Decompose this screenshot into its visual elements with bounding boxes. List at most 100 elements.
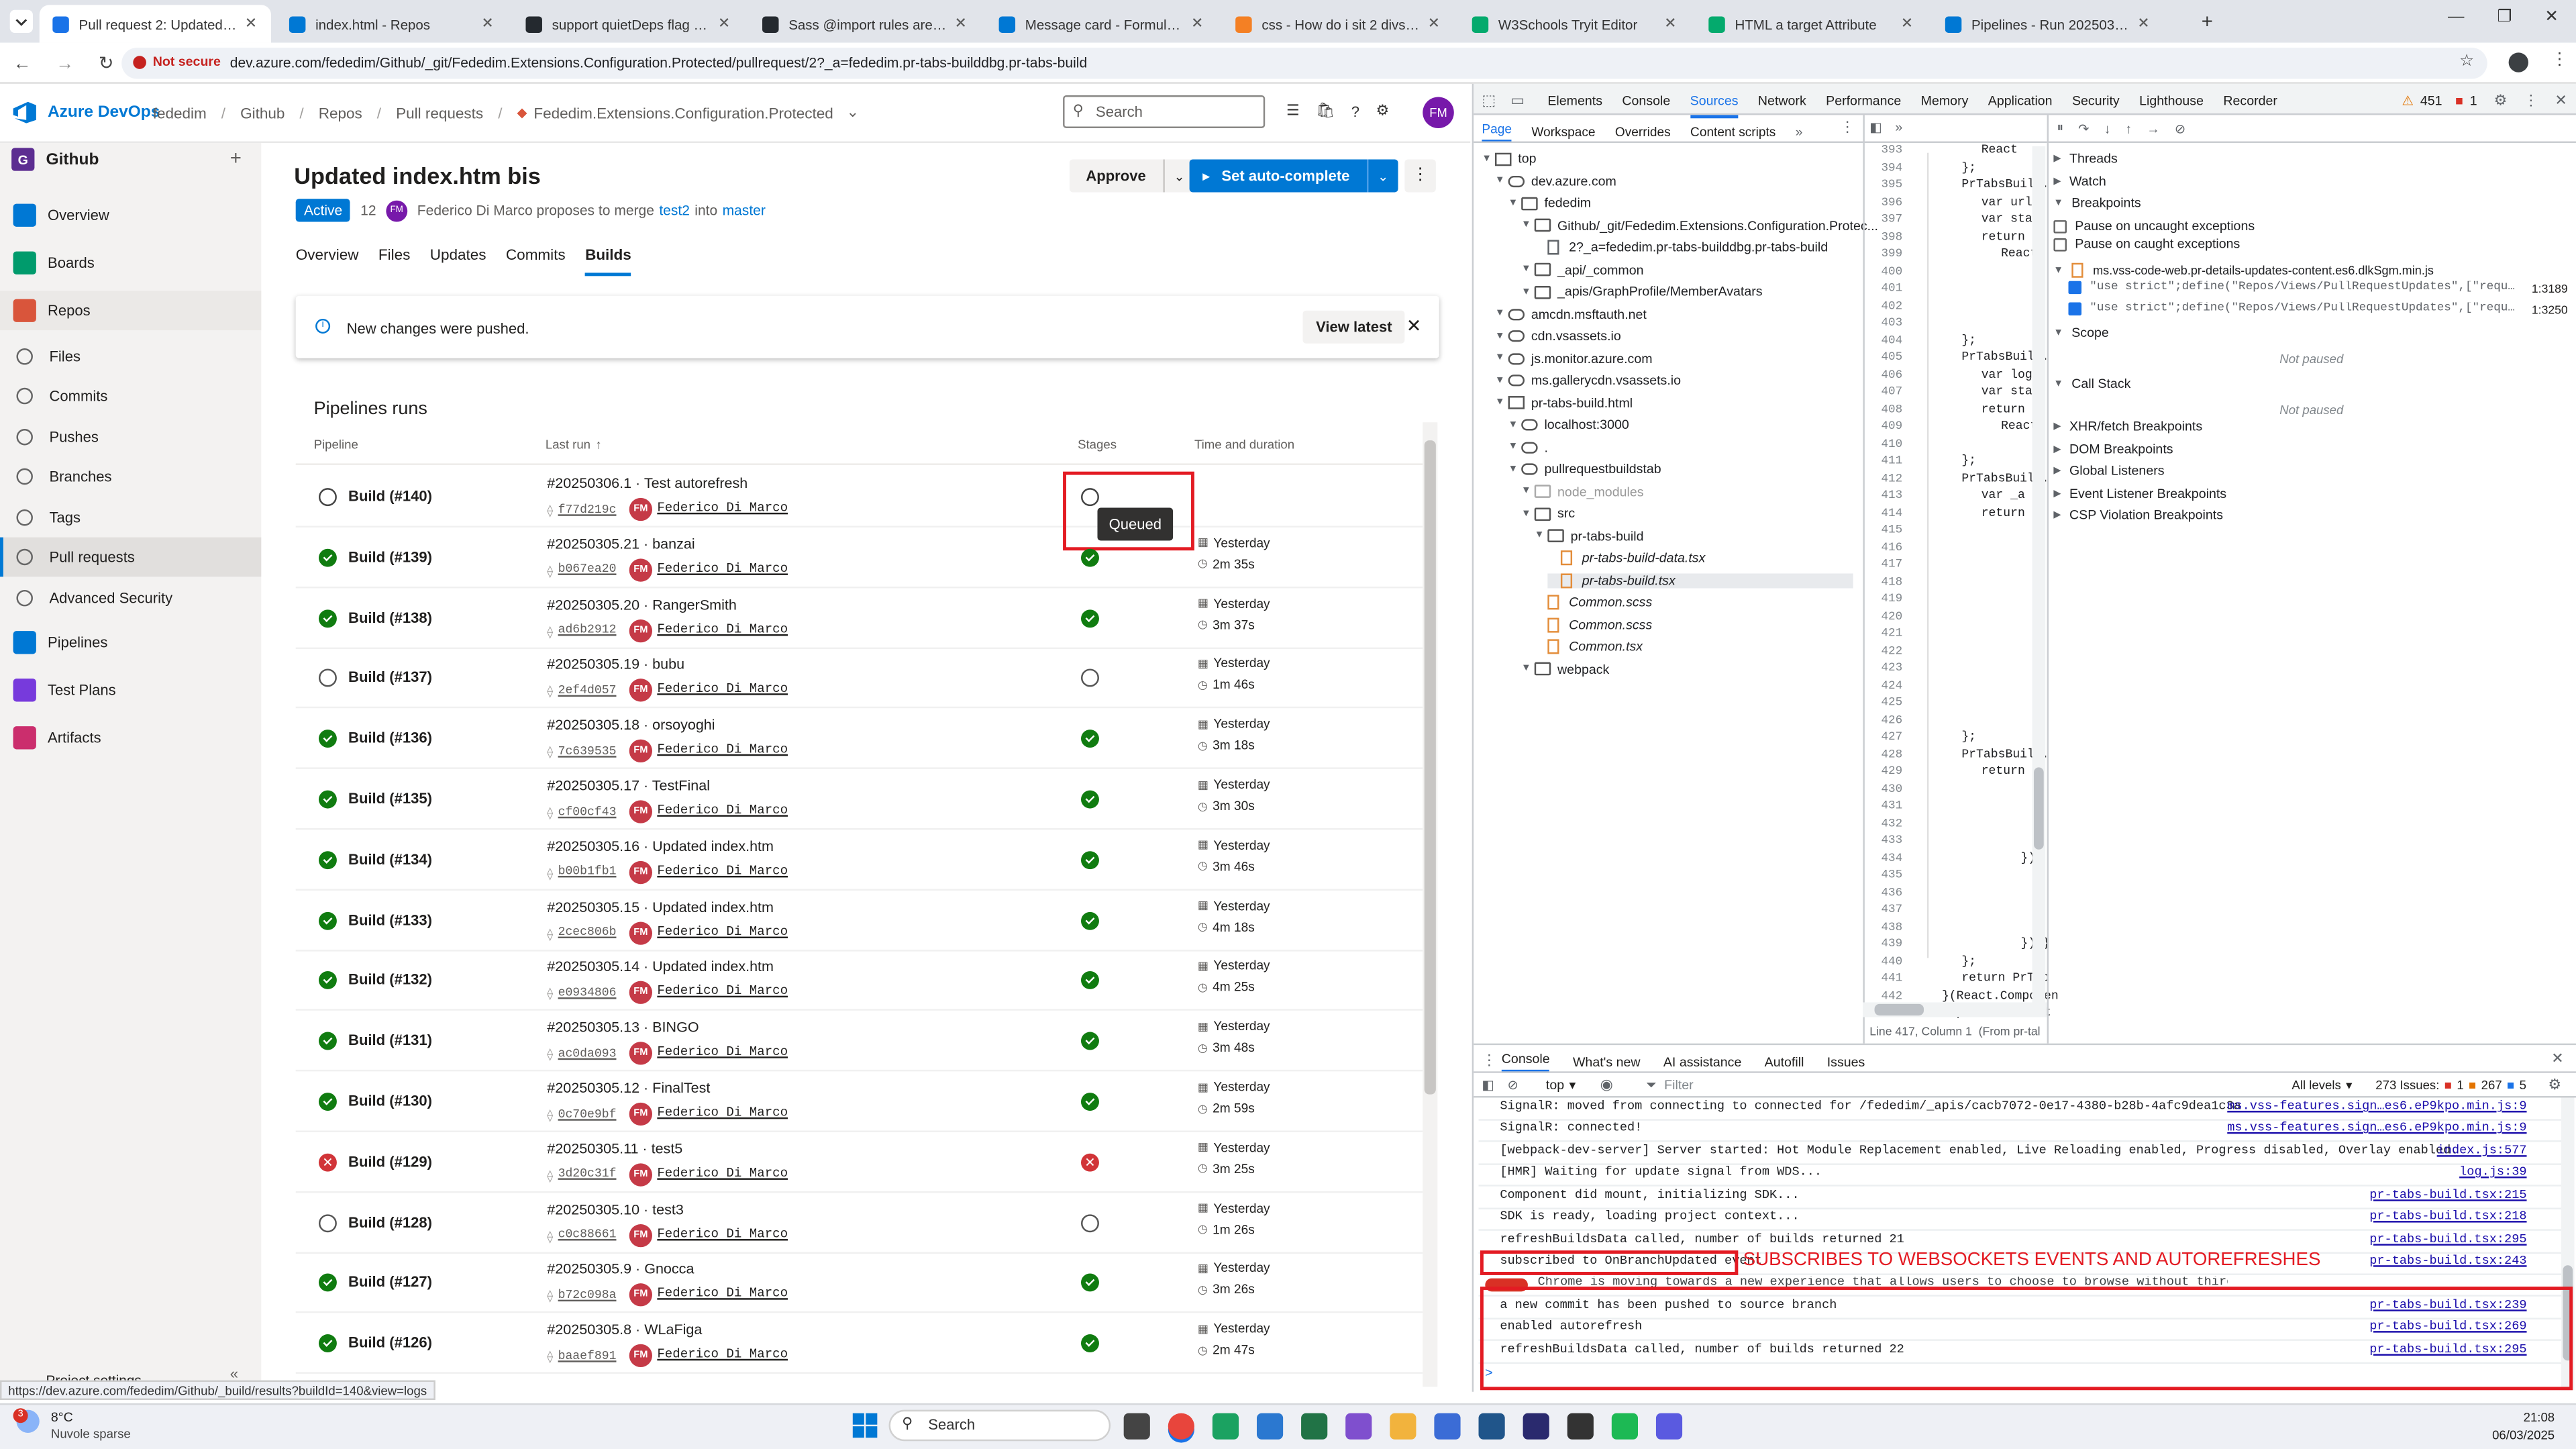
pipeline-name[interactable]: Build (#134): [348, 851, 432, 867]
more-actions-icon[interactable]: ⋮: [1404, 159, 1436, 193]
commit-hash[interactable]: f77d219c: [558, 503, 617, 517]
run-title[interactable]: #20250305.20 · RangerSmith: [547, 596, 737, 612]
stage-status-icon[interactable]: [1081, 1213, 1099, 1232]
tree-node[interactable]: ▼ amcdn.msftauth.net: [1495, 307, 1647, 321]
pipeline-name[interactable]: Build (#127): [348, 1274, 432, 1290]
profile-avatar[interactable]: [2508, 52, 2528, 72]
nav-item-files[interactable]: Files: [0, 337, 261, 377]
toggle-navigator-icon[interactable]: ◧: [1869, 120, 1882, 135]
not-secure-label[interactable]: Not secure: [153, 54, 221, 69]
sources-tab-content-scripts[interactable]: Content scripts: [1690, 125, 1775, 140]
tree-expand-arrow-icon[interactable]: ▼: [1495, 309, 1508, 319]
warning-count[interactable]: 451: [2420, 94, 2442, 109]
view-latest-button[interactable]: View latest: [1302, 310, 1406, 344]
line-number[interactable]: 440: [1869, 956, 1902, 969]
pipeline-name[interactable]: Build (#133): [348, 911, 432, 928]
line-number[interactable]: 417: [1869, 558, 1902, 572]
stage-status-icon[interactable]: [1081, 911, 1099, 930]
premiere-icon[interactable]: [1523, 1413, 1549, 1440]
author-link[interactable]: Federico Di Marco: [657, 1228, 788, 1242]
spotify-icon[interactable]: [1611, 1413, 1638, 1440]
author-link[interactable]: Federico Di Marco: [657, 805, 788, 819]
breadcrumb-item[interactable]: Pull requests: [396, 104, 483, 120]
line-number[interactable]: 400: [1869, 265, 1902, 279]
dismiss-banner-icon[interactable]: ✕: [1406, 315, 1422, 337]
visual-studio-icon[interactable]: [1345, 1413, 1372, 1440]
editor-hscrollbar-thumb[interactable]: [1874, 1003, 1924, 1016]
tree-expand-arrow-icon[interactable]: ▼: [1495, 331, 1508, 341]
line-number[interactable]: 436: [1869, 887, 1902, 900]
run-title[interactable]: #20250305.16 · Updated index.htm: [547, 838, 774, 854]
help-icon[interactable]: ?: [1351, 103, 1359, 119]
device-toggle-icon[interactable]: ▭: [1510, 92, 1525, 110]
step-over-icon[interactable]: ↷: [2078, 121, 2089, 136]
commit-hash[interactable]: e0934806: [558, 987, 617, 1001]
breakpoint-checkbox[interactable]: [2068, 281, 2082, 295]
run-title[interactable]: #20250305.11 · test5: [547, 1140, 682, 1156]
breadcrumb-item[interactable]: Fededim.Extensions.Configuration.Protect…: [533, 104, 833, 120]
tree-node[interactable]: ▼ pullrequestbuildstab: [1508, 462, 1661, 477]
tab-files[interactable]: Files: [378, 246, 411, 276]
autocomplete-options-chevron-icon[interactable]: ⌄: [1368, 168, 1398, 183]
breadcrumb-item[interactable]: Github: [240, 104, 285, 120]
line-number[interactable]: 414: [1869, 507, 1902, 520]
deactivate-breakpoints-icon[interactable]: ⊘: [2175, 121, 2185, 136]
line-number[interactable]: 407: [1869, 386, 1902, 399]
line-number[interactable]: 421: [1869, 628, 1902, 641]
devtools-tab-lighthouse[interactable]: Lighthouse: [2139, 94, 2204, 119]
line-number[interactable]: 434: [1869, 852, 1902, 865]
tree-node[interactable]: ▼ node_modules: [1521, 484, 1643, 499]
sources-tab-page[interactable]: Page: [1482, 121, 1512, 144]
nav-item-commits[interactable]: Commits: [0, 377, 261, 416]
repo-dropdown-chevron-icon[interactable]: ⌄: [846, 103, 859, 121]
line-number[interactable]: 425: [1869, 697, 1902, 710]
clock-date[interactable]: 06/03/2025: [2482, 1428, 2555, 1443]
author-link[interactable]: Federico Di Marco: [657, 926, 788, 940]
debugger-section[interactable]: ▶ CSP Violation Breakpoints: [2053, 508, 2223, 523]
edge-icon[interactable]: [1212, 1413, 1239, 1440]
source-branch-link[interactable]: test2: [659, 202, 690, 218]
author-link[interactable]: Federico Di Marco: [657, 987, 788, 1000]
commit-hash[interactable]: ad6b2912: [558, 625, 617, 638]
line-number[interactable]: 397: [1869, 213, 1902, 227]
line-number[interactable]: 426: [1869, 714, 1902, 728]
line-number[interactable]: 396: [1869, 197, 1902, 210]
debugger-section[interactable]: ▼ Breakpoints: [2053, 195, 2141, 210]
pause-option[interactable]: Pause on caught exceptions: [2053, 237, 2240, 252]
devtools-tab-sources[interactable]: Sources: [1690, 94, 1739, 119]
browser-tab[interactable]: Pull request 2: Updated index.h ✕: [39, 5, 271, 43]
browser-tab[interactable]: Message card - Formula Design ✕: [986, 5, 1217, 42]
line-number[interactable]: 394: [1869, 162, 1902, 175]
close-window-button[interactable]: ✕: [2544, 8, 2559, 26]
line-number[interactable]: 393: [1869, 144, 1902, 158]
breadcrumb-item[interactable]: Repos: [319, 104, 362, 120]
pipeline-name[interactable]: Build (#130): [348, 1093, 432, 1109]
run-title[interactable]: #20250305.15 · Updated index.htm: [547, 898, 774, 914]
error-count[interactable]: 1: [2470, 94, 2477, 109]
taskbar-search-label[interactable]: Search: [928, 1416, 975, 1432]
checkbox[interactable]: [2053, 219, 2067, 233]
line-number[interactable]: 435: [1869, 869, 1902, 883]
clock-time[interactable]: 21:08: [2518, 1410, 2555, 1425]
stage-status-icon[interactable]: ✕: [1081, 1153, 1099, 1172]
line-number[interactable]: 399: [1869, 248, 1902, 262]
bookmark-star-icon[interactable]: ☆: [2459, 52, 2474, 70]
devtools-tab-elements[interactable]: Elements: [1547, 94, 1602, 119]
tree-node[interactable]: ▼ Github/_git/Fededim.Extensions.Configur…: [1521, 217, 1878, 232]
debugger-section[interactable]: ▶ XHR/fetch Breakpoints: [2053, 419, 2202, 434]
terminal-icon[interactable]: [1567, 1413, 1594, 1440]
line-number[interactable]: 406: [1869, 369, 1902, 383]
commit-hash[interactable]: 2cec806b: [558, 927, 617, 940]
more-tabs-icon[interactable]: »: [1796, 125, 1803, 140]
line-number[interactable]: 411: [1869, 455, 1902, 468]
author-link[interactable]: Federico Di Marco: [657, 563, 788, 577]
nav-item-test-plans[interactable]: Test Plans: [0, 670, 261, 710]
tree-expand-arrow-icon[interactable]: ▼: [1495, 176, 1508, 186]
line-number[interactable]: 420: [1869, 611, 1902, 624]
breakpoint-entry[interactable]: "use strict";define("Repos/Views/PullReq…: [2068, 302, 2528, 316]
line-number[interactable]: 427: [1869, 732, 1902, 745]
pipeline-name[interactable]: Build (#128): [348, 1213, 432, 1230]
tab-close-icon[interactable]: ✕: [481, 15, 495, 33]
file-explorer-icon[interactable]: [1301, 1413, 1328, 1440]
stage-status-icon[interactable]: [1081, 850, 1099, 869]
